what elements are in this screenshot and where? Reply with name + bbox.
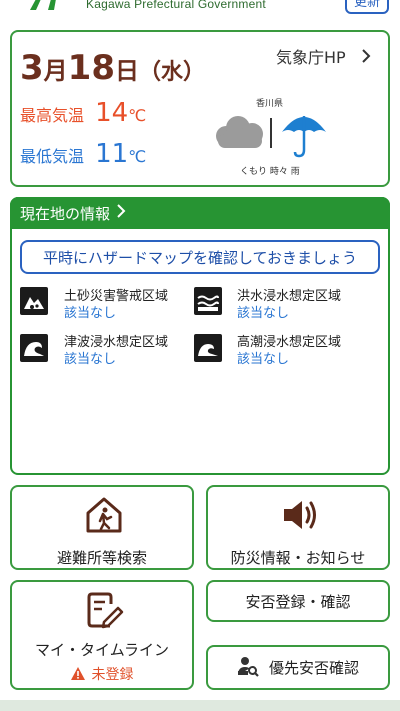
tsunami-icon xyxy=(20,334,48,362)
date-day-unit: 日 xyxy=(115,57,139,85)
low-temp-value: 11 xyxy=(95,139,129,169)
warning-icon xyxy=(70,666,86,685)
high-temp-value: 14 xyxy=(95,98,129,128)
high-temp-label: 最高気温 xyxy=(20,106,85,125)
hazard-status: 該当なし xyxy=(64,352,117,367)
hazard-status: 該当なし xyxy=(64,306,117,321)
hazard-status: 該当なし xyxy=(237,352,290,367)
landslide-icon xyxy=(20,287,48,315)
date-weekday: （水） xyxy=(139,60,206,85)
safety-register-label: 安否登録・確認 xyxy=(245,592,351,611)
location-info-header[interactable]: 現在地の情報 xyxy=(10,197,390,229)
hazard-status: 該当なし xyxy=(237,306,290,321)
my-timeline-tile[interactable]: マイ・タイムライン 未登録 xyxy=(10,580,194,690)
location-info-title: 現在地の情報 xyxy=(20,204,111,223)
low-temp-unit: ℃ xyxy=(128,147,147,166)
storm-surge-icon xyxy=(194,334,222,362)
shelter-search-label: 避難所等検索 xyxy=(56,549,147,567)
high-temp: 最高気温 14℃ xyxy=(20,98,146,128)
high-temp-unit: ℃ xyxy=(128,106,147,125)
low-temp-label: 最低気温 xyxy=(20,147,85,166)
chevron-right-icon xyxy=(361,48,371,67)
low-temp: 最低気温 11℃ xyxy=(20,139,146,169)
date-display: 3月18日（水） xyxy=(20,48,205,88)
speaker-icon xyxy=(280,497,320,537)
update-button[interactable]: 更新 xyxy=(345,0,389,14)
disaster-info-label: 防災情報・お知らせ xyxy=(230,549,366,567)
hazard-map-button[interactable]: 平時にハザードマップを確認しておきましょう xyxy=(20,240,380,274)
safety-register-button[interactable]: 安否登録・確認 xyxy=(206,580,390,622)
shelter-search-tile[interactable]: 避難所等検索 xyxy=(10,485,194,570)
my-timeline-label: マイ・タイムライン xyxy=(35,641,169,659)
evacuation-icon xyxy=(84,495,124,539)
prefecture-name: 香川県 xyxy=(256,99,284,109)
timeline-status-label: 未登録 xyxy=(91,667,134,683)
chevron-right-icon xyxy=(116,204,126,222)
priority-safety-button[interactable]: 優先安否確認 xyxy=(206,645,390,690)
bottom-nav-edge xyxy=(0,700,400,711)
date-day: 18 xyxy=(67,48,115,88)
weather-divider xyxy=(270,118,272,148)
disaster-info-tile[interactable]: 防災情報・お知らせ xyxy=(206,485,390,570)
jma-link[interactable]: 気象庁HP xyxy=(276,44,371,68)
prefecture-logo xyxy=(24,0,72,10)
org-subtitle: Kagawa Prefectural Government xyxy=(86,0,266,11)
umbrella-icon xyxy=(280,110,328,160)
date-month: 3 xyxy=(20,48,44,88)
document-edit-icon xyxy=(84,590,124,634)
date-month-unit: 月 xyxy=(43,57,68,85)
cloud-icon xyxy=(212,112,266,152)
priority-safety-label: 優先安否確認 xyxy=(268,659,359,677)
timeline-status: 未登録 xyxy=(12,664,192,685)
jma-link-label: 気象庁HP xyxy=(276,48,346,67)
flood-icon xyxy=(194,287,222,315)
forecast-text: くもり 時々 雨 xyxy=(240,167,300,177)
person-search-icon xyxy=(237,655,259,681)
